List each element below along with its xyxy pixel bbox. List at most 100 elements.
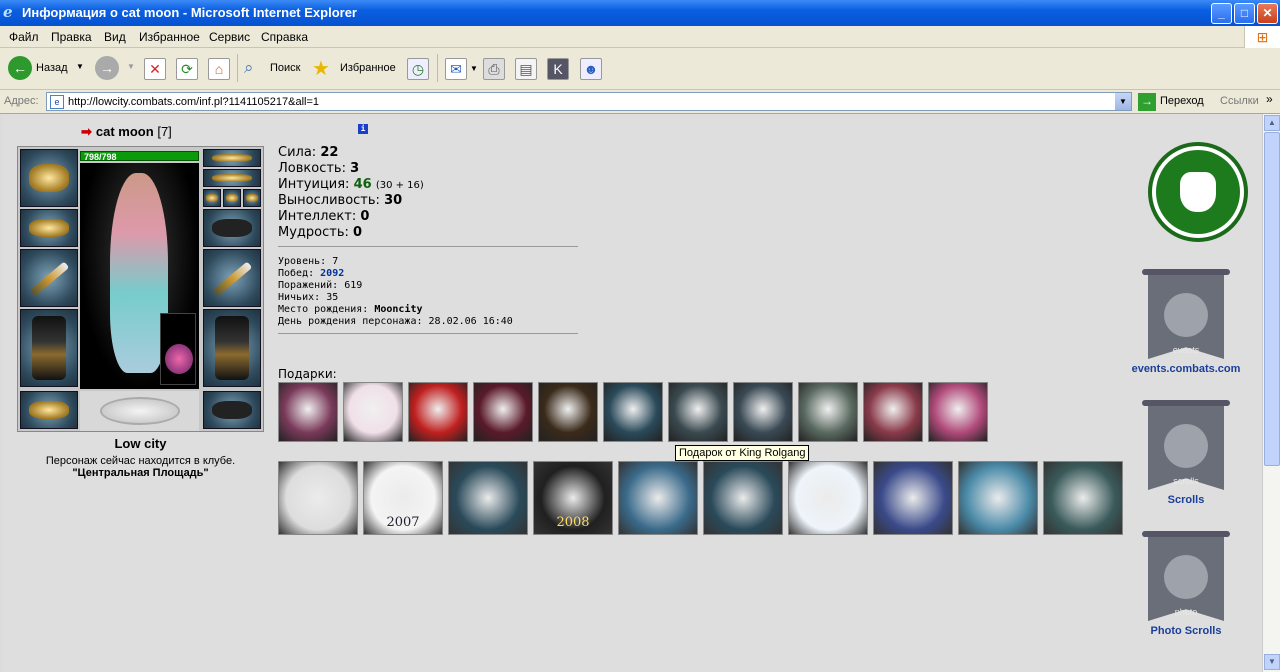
menu-file[interactable]: Файл	[9, 30, 39, 44]
info-icon[interactable]: i	[358, 124, 368, 134]
window-titlebar: e Информация о cat moon - Microsoft Inte…	[0, 0, 1280, 26]
gift-item[interactable]	[278, 382, 338, 442]
gift-item[interactable]	[958, 461, 1038, 535]
gift-item[interactable]	[278, 461, 358, 535]
photo-scrolls-link[interactable]: Photo Scrolls	[1131, 625, 1241, 637]
ring1-slot[interactable]	[203, 189, 221, 207]
vertical-scrollbar[interactable]: ▲ ▼	[1262, 114, 1280, 672]
back-button[interactable]: ← Назад ▼	[8, 56, 88, 82]
edit-icon[interactable]: ▤	[515, 58, 537, 80]
links-label[interactable]: Ссылки	[1220, 95, 1259, 107]
address-value: http://lowcity.combats.com/inf.pl?114110…	[68, 96, 320, 108]
divider	[278, 246, 578, 247]
gift-item[interactable]	[788, 461, 868, 535]
search-button[interactable]: ⌕ Поиск	[244, 56, 304, 82]
scroll-thumb[interactable]	[1264, 132, 1280, 466]
links-chevron-icon[interactable]: »	[1266, 92, 1273, 106]
city-name: Low city	[114, 436, 167, 451]
photo-scrolls-banner-icon[interactable]: photo	[1142, 531, 1230, 629]
necklace-slot[interactable]	[203, 149, 261, 167]
emblem-slot	[80, 391, 199, 431]
stop-icon[interactable]: ✕	[144, 58, 166, 80]
menu-tools[interactable]: Сервис	[209, 30, 250, 44]
favorites-button[interactable]: ★ Избранное	[312, 56, 397, 82]
weapon-left-slot[interactable]	[20, 249, 78, 307]
address-input[interactable]: e http://lowcity.combats.com/inf.pl?1141…	[46, 92, 1132, 111]
pants-slot[interactable]	[203, 309, 261, 387]
pet-icon[interactable]	[160, 313, 196, 385]
gift-item[interactable]	[928, 382, 988, 442]
info-wins: Побед: 2092	[278, 268, 345, 279]
info-draws: Ничьих: 35	[278, 292, 339, 303]
amulet-slot[interactable]	[203, 169, 261, 187]
address-bar: Адрес: e http://lowcity.combats.com/inf.…	[0, 90, 1280, 114]
ie-icon: e	[3, 3, 13, 21]
gift-item[interactable]	[703, 461, 783, 535]
gift-item[interactable]	[863, 382, 923, 442]
menu-edit[interactable]: Правка	[51, 30, 92, 44]
scrolls-banner-icon[interactable]: scrolls	[1142, 400, 1230, 498]
history-icon[interactable]: ◷	[407, 58, 429, 80]
gift-item[interactable]	[618, 461, 698, 535]
scroll-up-icon[interactable]: ▲	[1264, 115, 1280, 131]
gift-item[interactable]	[873, 461, 953, 535]
gift-item[interactable]	[538, 382, 598, 442]
mail-dropdown-icon[interactable]: ▼	[470, 64, 478, 73]
events-banner-icon[interactable]: events	[1142, 269, 1230, 367]
gift-item[interactable]	[343, 382, 403, 442]
boots-slot[interactable]	[203, 391, 261, 429]
gift-year-label: 2007	[386, 515, 420, 530]
refresh-icon[interactable]: ⟳	[176, 58, 198, 80]
gloves-slot[interactable]	[203, 209, 261, 247]
gift-item[interactable]	[473, 382, 533, 442]
hp-bar: 798/798	[80, 151, 199, 162]
helmet-slot[interactable]	[20, 149, 78, 207]
star-icon: ★	[312, 58, 330, 80]
events-link[interactable]: events.combats.com	[1121, 363, 1251, 375]
maximize-button[interactable]: □	[1234, 3, 1255, 24]
gift-item[interactable]	[603, 382, 663, 442]
menu-favorites[interactable]: Избранное	[139, 30, 200, 44]
minimize-button[interactable]: _	[1211, 3, 1232, 24]
menu-help[interactable]: Справка	[261, 30, 308, 44]
armor-slot[interactable]	[20, 309, 78, 387]
menu-view[interactable]: Вид	[104, 30, 126, 44]
close-button[interactable]: ✕	[1257, 3, 1278, 24]
gift-item[interactable]	[798, 382, 858, 442]
discuss-icon[interactable]: K	[547, 58, 569, 80]
go-arrow-icon: →	[1138, 93, 1156, 111]
ring-slot[interactable]	[20, 391, 78, 429]
gift-item[interactable]	[408, 382, 468, 442]
scrolls-link[interactable]: Scrolls	[1146, 494, 1226, 506]
gift-item[interactable]: 2008	[533, 461, 613, 535]
forward-button[interactable]: → ▼	[95, 56, 137, 82]
toolbar-separator	[437, 54, 438, 82]
back-dropdown-icon[interactable]: ▼	[76, 62, 84, 71]
info-losses: Поражений: 619	[278, 280, 363, 291]
address-dropdown-icon[interactable]: ▼	[1115, 93, 1131, 110]
search-label: Поиск	[270, 62, 301, 74]
forward-dropdown-icon[interactable]: ▼	[127, 62, 135, 71]
bull-logo-icon[interactable]	[1148, 142, 1248, 242]
gift-tooltip: Подарок от King Rolgang	[675, 445, 810, 461]
mail-icon[interactable]: ✉	[445, 58, 467, 80]
address-label: Адрес:	[4, 95, 39, 107]
scroll-down-icon[interactable]: ▼	[1264, 654, 1280, 670]
forward-arrow-icon: →	[95, 56, 119, 80]
gift-year-label: 2008	[556, 515, 590, 530]
home-icon[interactable]: ⌂	[208, 58, 230, 80]
print-icon[interactable]: ⎙	[483, 58, 505, 80]
gift-item[interactable]	[668, 382, 728, 442]
earrings-slot[interactable]	[20, 209, 78, 247]
weapon-right-slot[interactable]	[203, 249, 261, 307]
menu-bar: Файл Правка Вид Избранное Сервис Справка…	[0, 26, 1280, 48]
messenger-icon[interactable]: ☻	[580, 58, 602, 80]
ring2-slot[interactable]	[223, 189, 241, 207]
gift-item[interactable]	[448, 461, 528, 535]
gift-item[interactable]	[733, 382, 793, 442]
stat-intellect: Интеллект: 0	[278, 209, 370, 224]
gift-item[interactable]: 2007	[363, 461, 443, 535]
ring3-slot[interactable]	[243, 189, 261, 207]
stat-agility: Ловкость: 3	[278, 161, 360, 176]
gift-item[interactable]	[1043, 461, 1123, 535]
